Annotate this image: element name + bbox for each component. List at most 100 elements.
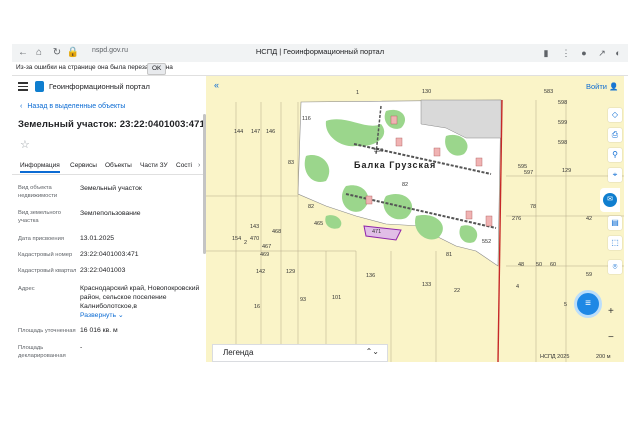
parcel-number: 116 [302,116,311,122]
parcel-number: 93 [300,297,307,303]
parcel-number: 469 [260,252,270,258]
scale-bar: 200 м [596,354,611,360]
parcel-number: 147 [251,129,261,135]
row-label-object-type: Вид объекта недвижимости [18,185,58,199]
parcel-number: 42 [586,216,593,222]
chat-bubble-icon: ✉ [603,193,617,207]
feedback-button[interactable]: ✉ [600,188,620,212]
parcel-number: 550 [374,148,384,154]
chevron-left-icon: ‹ [20,103,23,110]
extension-icon[interactable]: ● [578,46,590,60]
parcel-number: 82 [308,204,315,210]
info-tabs: Информация Сервисы Объекты Части ЗУ Сост… [12,160,206,175]
parcel-number: 59 [586,272,593,278]
filter-icon[interactable]: ⚲ [608,148,622,162]
favorite-star-icon[interactable]: ☆ [20,138,30,151]
row-label-address: Адрес [18,286,35,292]
parcel-number: 146 [266,129,276,135]
cadastral-map[interactable]: 130 1 144 147 146 116 83 82 82 550 143 4… [206,76,624,362]
measure-icon[interactable]: ▤ [608,216,622,230]
parcel-number: 101 [332,295,342,301]
parcel-number: 48 [518,262,525,268]
tab-parts[interactable]: Части ЗУ [140,162,168,169]
village-label: Балка Грузская [354,160,437,170]
expand-address-link[interactable]: Развернуть ⌄ [80,311,204,320]
zoom-out-button[interactable]: − [608,332,614,343]
parcel-number: 82 [402,182,409,188]
legend-dropdown[interactable]: Легенда ⌃⌄ [212,344,388,362]
parcel-number: 154 [232,236,242,242]
parcel-number: 2 [244,240,248,246]
tab-services[interactable]: Сервисы [70,162,97,169]
parcel-number: 78 [530,204,537,210]
back-to-selected-link[interactable]: ‹ Назад в выделенные объекты [20,103,125,110]
assistant-chat-button[interactable]: ≡ [574,290,602,318]
parcel-number: 465 [314,221,324,227]
locate-icon[interactable]: ⌾ [608,260,622,274]
tab-information[interactable]: Информация [20,162,60,173]
parcel-number: 83 [288,160,295,166]
row-label-date: Дата присвоения [18,236,64,242]
parcel-number: 130 [422,89,432,95]
layers-icon[interactable]: ◇ [608,108,622,122]
bookmark-icon[interactable]: ▮ [540,46,552,60]
row-value-cadastral-block: 23:22:0401003 [80,267,126,274]
login-label: Войти [586,82,607,91]
row-label-declared-area: Площадь декларированная [18,345,66,359]
parcel-number: 5 [564,302,568,308]
parcel-number: 142 [256,269,266,275]
parcel-number: 470 [250,236,260,242]
parcel-number: 129 [562,168,572,174]
login-button[interactable]: Войти 👤 [586,82,618,91]
parcel-number: 143 [250,224,260,230]
expand-label: Развернуть [80,312,117,319]
tab-composition[interactable]: Сості [176,162,192,169]
map-attribution: НСПД 2025 [540,354,570,360]
map-canvas [206,99,624,362]
row-value-parcel-type: Землепользование [80,210,141,217]
row-value-address: Краснодарский край, Новопокровский район… [80,285,200,310]
zoom-in-button[interactable]: + [608,306,614,317]
menu-dots-icon[interactable]: ⋮ [560,46,572,60]
parcel-number: 468 [272,229,282,235]
row-label-area: Площадь уточненная [18,328,76,334]
selected-parcel-number[interactable]: 471 [372,229,381,235]
parcel-number: 598 [558,100,568,106]
row-label-parcel-type: Вид земельного участка [18,210,61,224]
chevron-down-icon: ⌄ [117,312,124,319]
chevron-right-icon[interactable]: › [198,162,200,169]
parcel-number: 597 [524,170,534,176]
row-value-area: 16 016 кв. м [80,327,118,334]
parcel-number: 22 [454,288,461,294]
window-title: НСПД | Геоинформационный портал [255,47,385,56]
parcel-number: 599 [558,120,568,126]
row-label-cadastral-block: Кадастровый квартал [18,268,77,274]
reload-warning-bar: Из-за ошибки на странице она была переза… [12,62,628,76]
browser-toolbar: ← ⌂ ↻ 🔒 nspd.gov.ru НСПД | Геоинформацио… [12,44,628,63]
warning-ok-button[interactable]: OK [147,63,167,75]
parcel-number: 1 [356,90,360,96]
ruler-icon[interactable]: ⌖ [608,168,622,182]
parcel-number: 276 [512,216,522,222]
row-value-date: 13.01.2025 [80,235,115,242]
tab-objects[interactable]: Объекты [105,162,132,169]
share-icon[interactable]: ↗ [596,46,608,60]
parcel-number: 4 [516,284,520,290]
parcel-number: 467 [262,244,272,250]
select-icon[interactable]: ⬚ [608,236,622,250]
collapse-panel-icon[interactable]: « [214,80,219,90]
back-link-label: Назад в выделенные объекты [27,103,126,110]
parcel-number: 60 [550,262,557,268]
menu-icon[interactable] [18,82,28,92]
parcel-number: 583 [544,89,554,95]
user-icon: 👤 [609,82,619,91]
parcel-number: 129 [286,269,296,275]
portal-logo-icon [35,81,44,92]
object-info-panel: Геоинформационный портал ‹ Назад в выделе… [12,76,207,362]
portal-name: Геоинформационный портал [49,82,150,91]
row-label-cadastral-number: Кадастровый номер [18,252,73,258]
profile-icon[interactable]: ◐ [612,46,624,60]
print-icon[interactable]: ⎙ [608,128,622,142]
legend-label: Легенда [223,348,254,357]
row-value-object-type: Земельный участок [80,185,142,192]
